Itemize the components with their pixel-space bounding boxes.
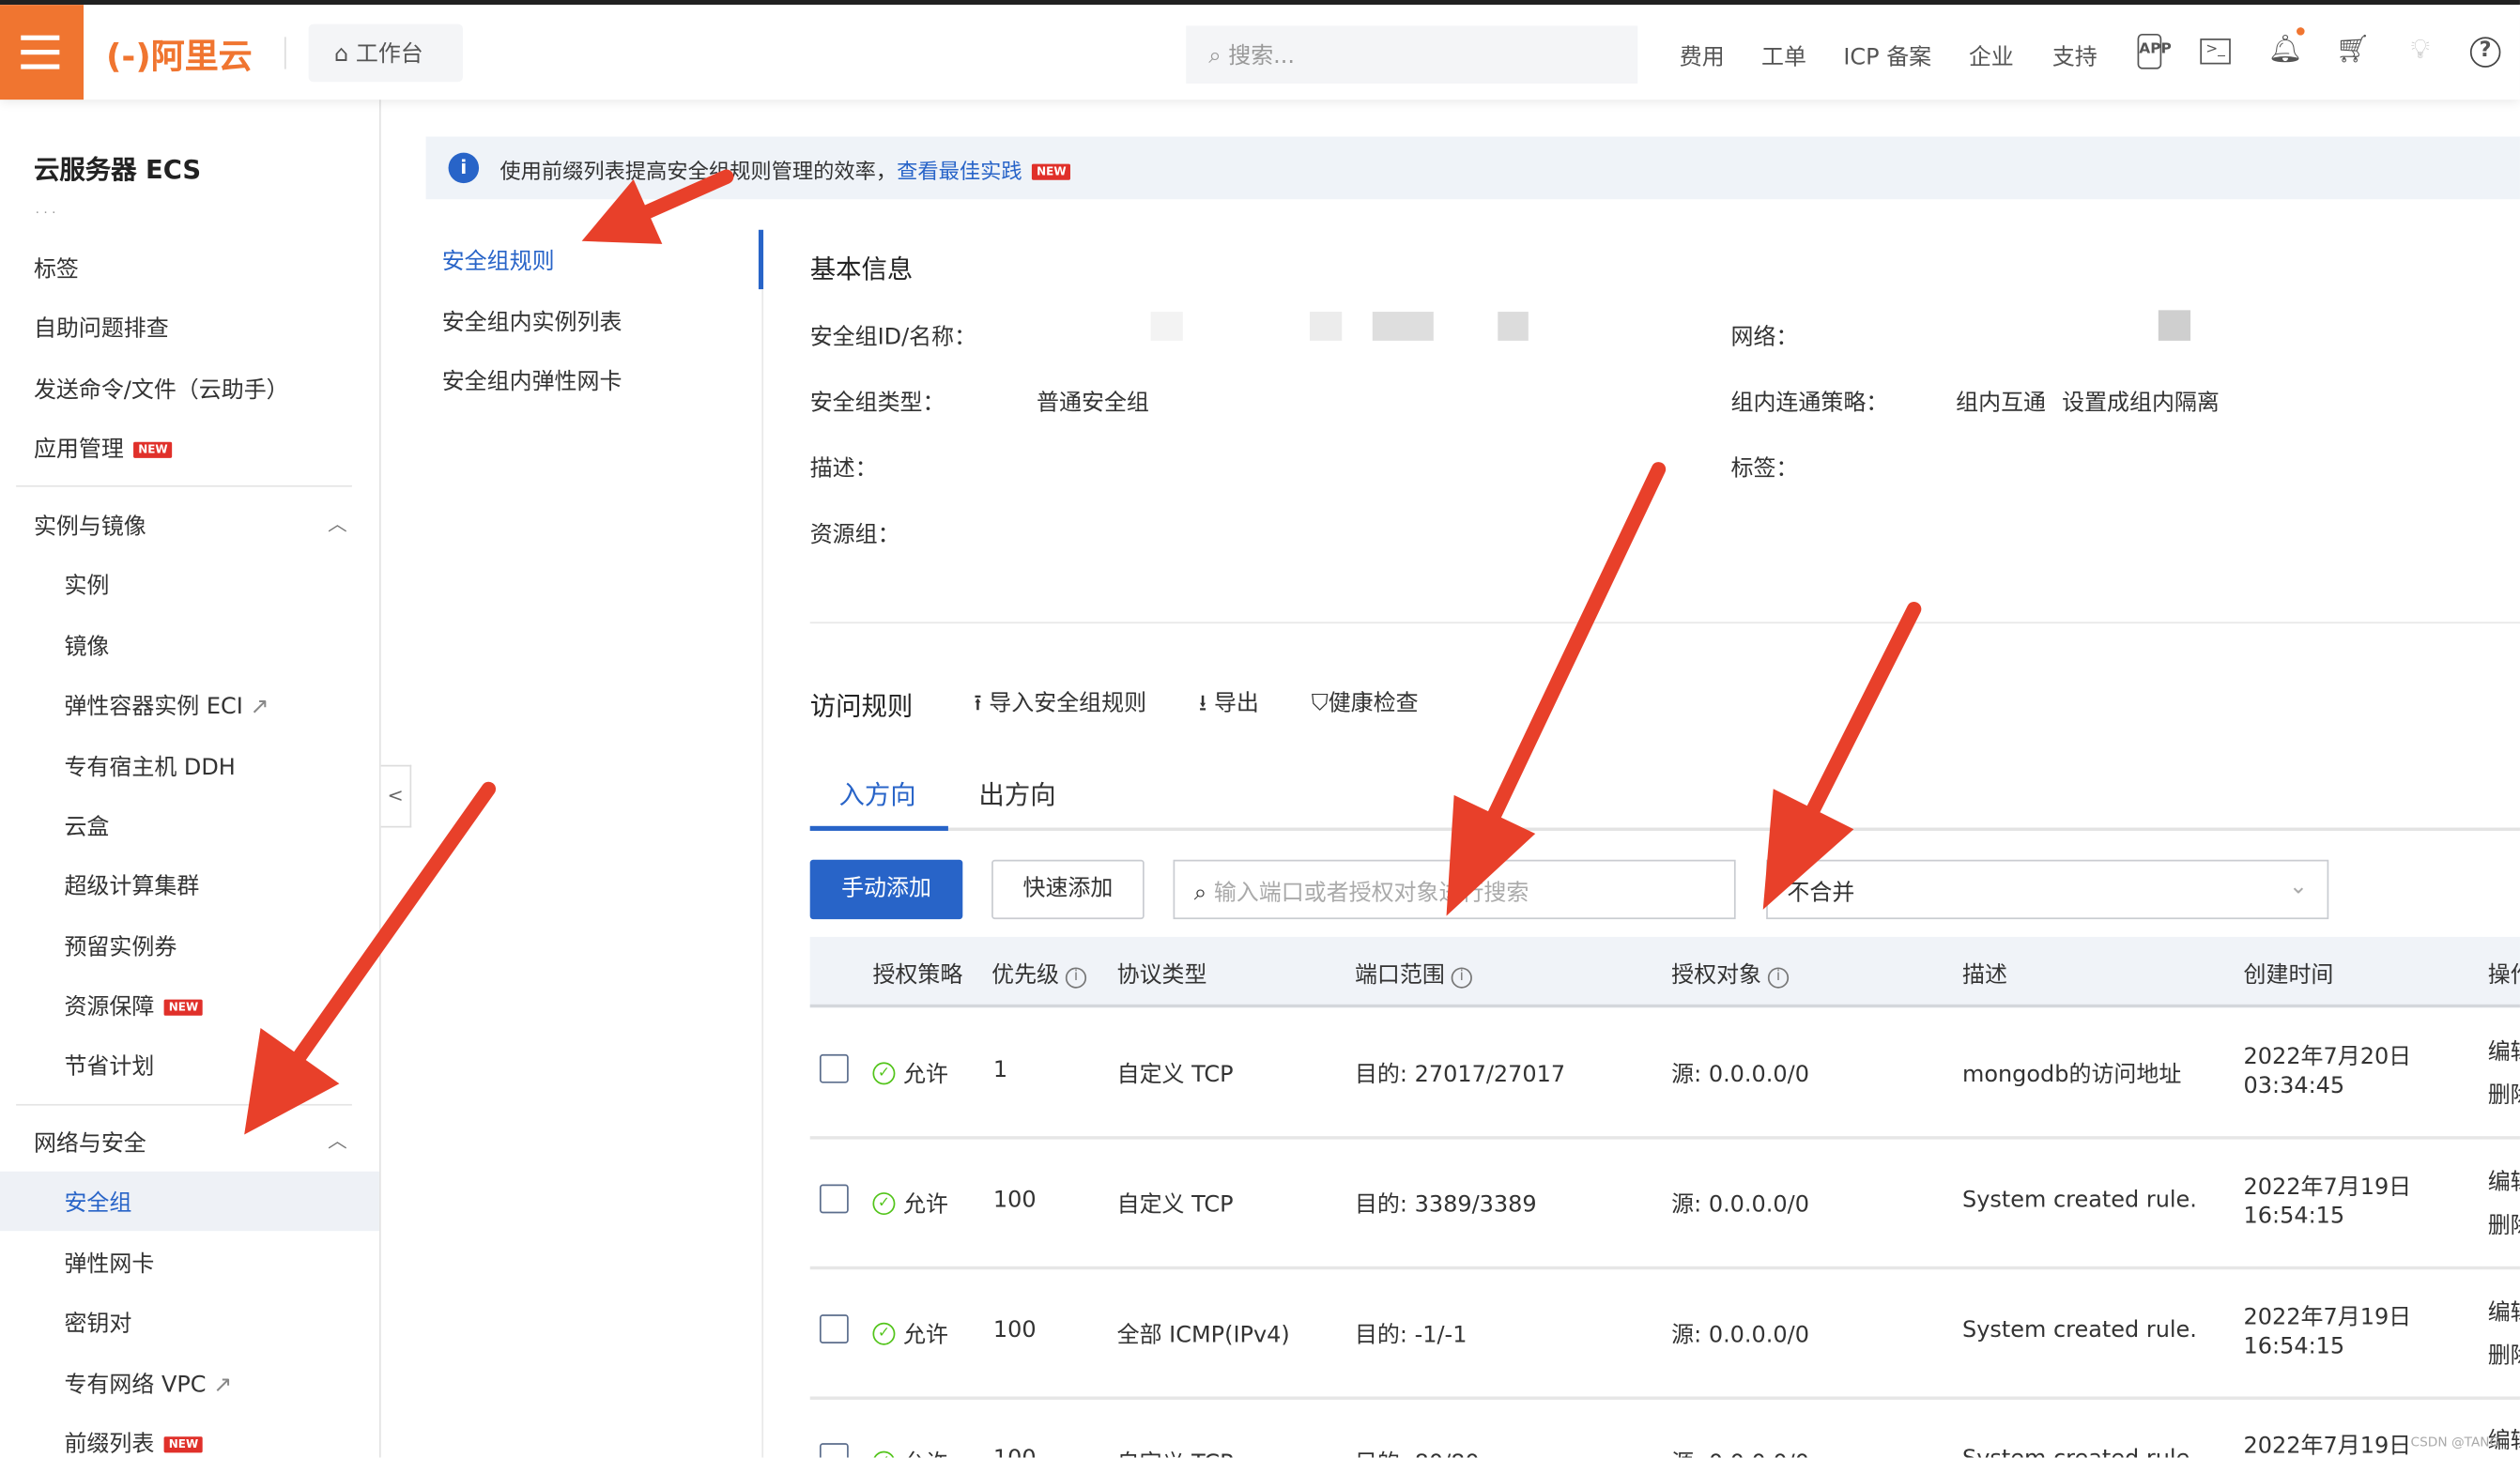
arrow-head bbox=[244, 1027, 340, 1135]
arrow-shaft bbox=[290, 781, 497, 1067]
annotation-arrows bbox=[244, 169, 1922, 1135]
arrow-shaft bbox=[638, 169, 734, 221]
arrow-shaft bbox=[1805, 602, 1922, 820]
arrow-head bbox=[1446, 794, 1536, 916]
arrow-shaft bbox=[1485, 462, 1667, 825]
arrow-head bbox=[1762, 789, 1854, 910]
